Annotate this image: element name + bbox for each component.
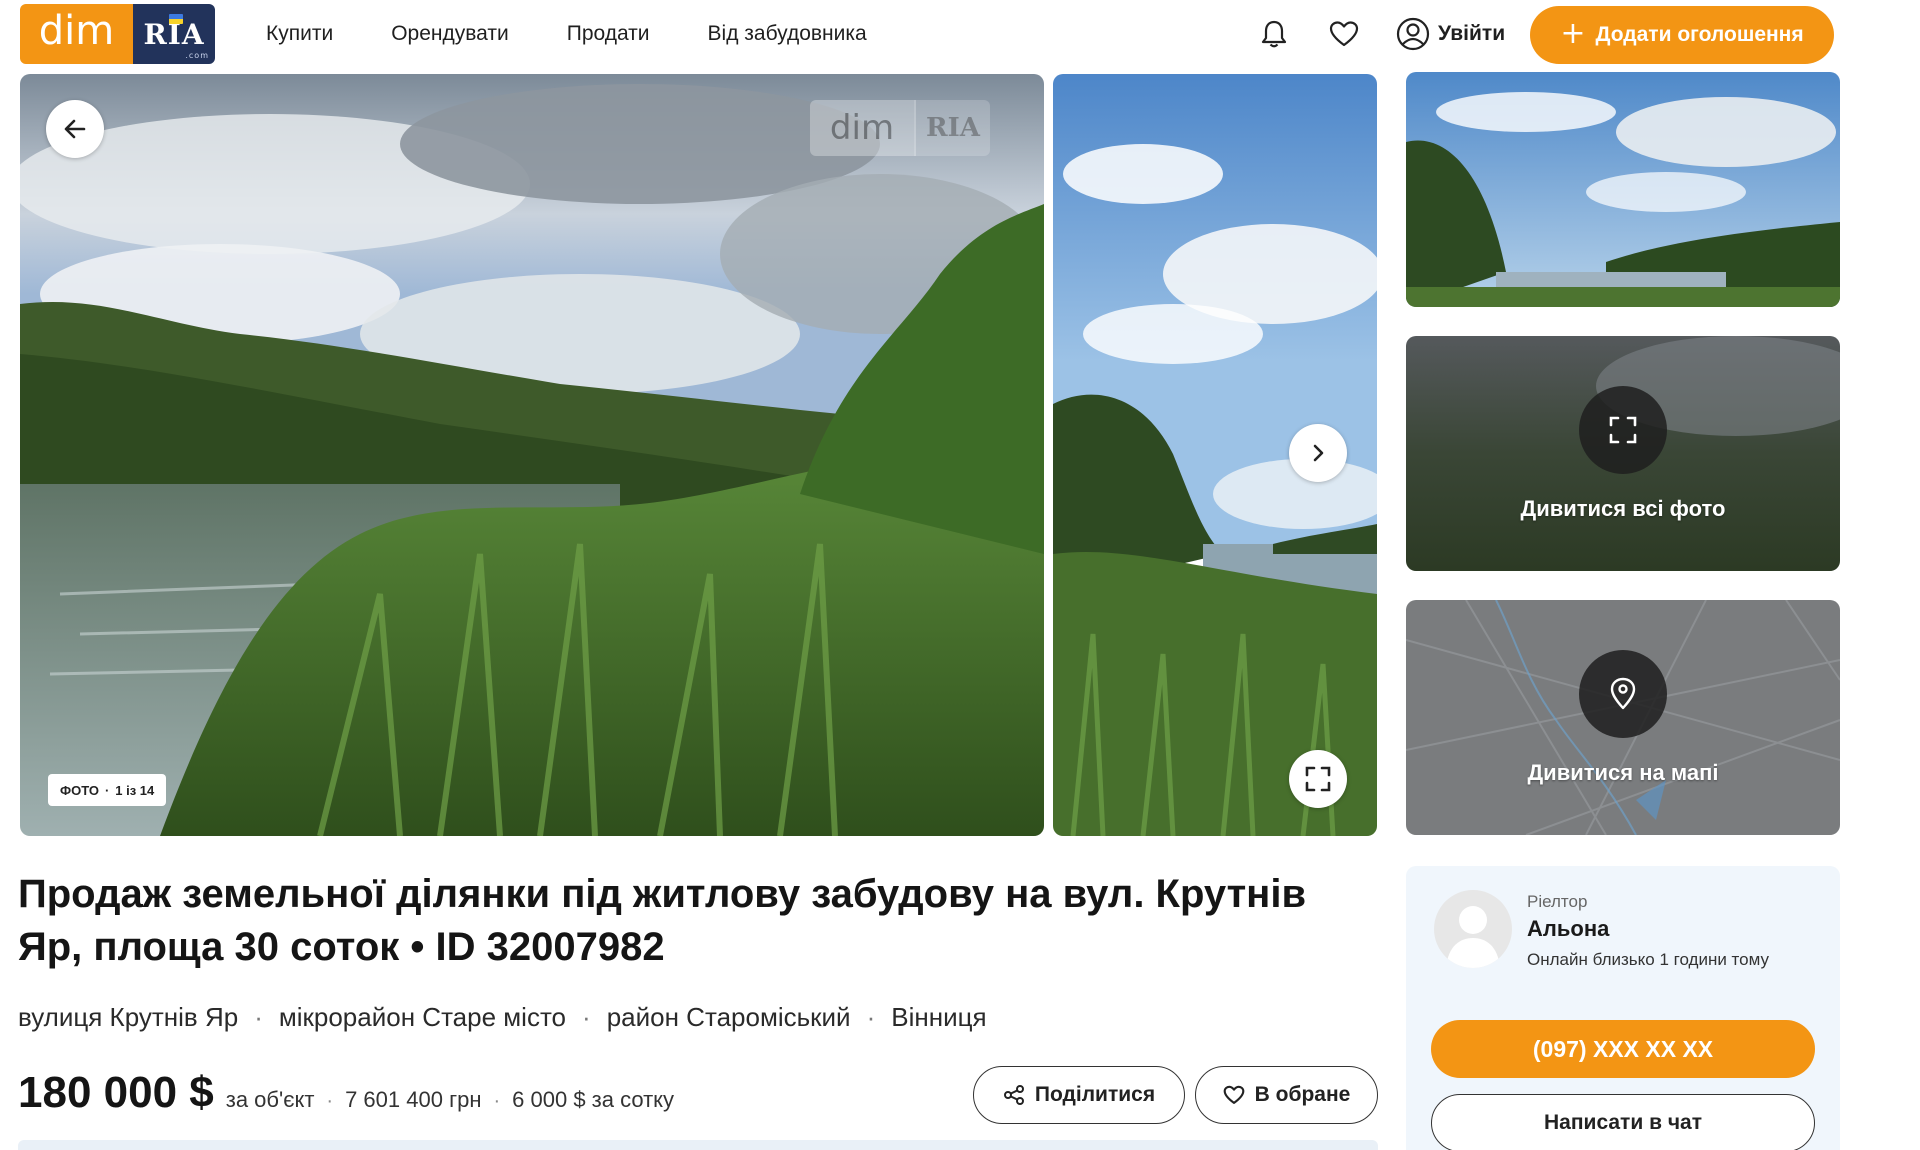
nav-item-sell[interactable]: Продати bbox=[567, 22, 650, 46]
thumbnail-photo[interactable] bbox=[1406, 72, 1840, 307]
next-photo-button[interactable] bbox=[1289, 424, 1347, 482]
chat-button[interactable]: Написати в чат bbox=[1431, 1094, 1815, 1150]
map-pin-icon bbox=[1579, 649, 1667, 738]
favorite-button[interactable]: В обране bbox=[1195, 1066, 1378, 1124]
main-photo[interactable]: dim RIA ФОТО · 1 із 14 bbox=[20, 74, 1044, 836]
login-label: Увійти bbox=[1438, 22, 1506, 45]
nav-item-buy[interactable]: Купити bbox=[266, 22, 333, 46]
watermark-logo: dim RIA bbox=[810, 100, 990, 156]
share-button[interactable]: Поділитися bbox=[973, 1066, 1185, 1124]
all-photos-overlay: Дивитися всі фото bbox=[1406, 336, 1840, 571]
favorite-label: В обране bbox=[1254, 1083, 1351, 1106]
photo-counter: ФОТО · 1 із 14 bbox=[48, 774, 167, 806]
address-separator: · bbox=[582, 1002, 591, 1032]
show-phone-button[interactable]: (097) XXX XX XX bbox=[1431, 1020, 1815, 1078]
agent-name[interactable]: Альона bbox=[1527, 916, 1609, 942]
map-overlay: Дивитися на мапі bbox=[1406, 600, 1840, 835]
avatar[interactable] bbox=[1434, 890, 1512, 968]
share-icon bbox=[1003, 1085, 1024, 1105]
bell-icon[interactable] bbox=[1256, 16, 1292, 52]
address-city[interactable]: Вінниця bbox=[891, 1002, 986, 1033]
price-unit: за об'єкт bbox=[225, 1087, 315, 1112]
all-photos-label: Дивитися всі фото bbox=[1520, 495, 1726, 521]
chevron-right-icon bbox=[1313, 444, 1324, 462]
logo-dim-text: dim bbox=[20, 4, 133, 64]
main-nav: Купити Орендувати Продати Від забудовник… bbox=[266, 0, 867, 68]
fullscreen-button[interactable] bbox=[1289, 750, 1347, 808]
login-button[interactable]: Увійти bbox=[1396, 14, 1505, 54]
site-logo[interactable]: dim RIA bbox=[20, 4, 215, 64]
price-row: 180 000 $ за об'єкт · 7 601 400 грн · 6 … bbox=[18, 1068, 674, 1118]
address-microdistrict[interactable]: мікрорайон Старе місто bbox=[279, 1002, 566, 1033]
fullscreen-icon bbox=[1305, 766, 1331, 792]
map-tile[interactable]: Дивитися на мапі bbox=[1406, 600, 1840, 835]
next-section-edge bbox=[18, 1140, 1378, 1150]
address-street[interactable]: вулиця Крутнів Яр bbox=[18, 1002, 238, 1033]
second-photo[interactable] bbox=[1053, 74, 1377, 836]
map-label: Дивитися на мапі bbox=[1527, 759, 1719, 785]
plus-icon: + bbox=[1560, 15, 1586, 51]
heart-icon[interactable] bbox=[1326, 16, 1362, 52]
agent-role: Ріелтор bbox=[1527, 892, 1588, 911]
price-separator: · bbox=[326, 1090, 334, 1112]
address-separator: · bbox=[866, 1002, 876, 1032]
flag-icon bbox=[169, 14, 183, 24]
address-district[interactable]: район Староміський bbox=[607, 1002, 851, 1033]
landscape-image bbox=[20, 74, 1044, 836]
logo-ria-text: RIA bbox=[133, 4, 215, 64]
watermark-dim: dim bbox=[810, 100, 914, 156]
landscape-image-3 bbox=[1406, 72, 1840, 307]
add-listing-button[interactable]: + Додати оголошення bbox=[1530, 6, 1834, 64]
price-per-unit: 6 000 $ за сотку bbox=[512, 1087, 675, 1112]
add-listing-label: Додати оголошення bbox=[1595, 23, 1804, 46]
site-header: dim RIA Купити Орендувати Продати Від за… bbox=[0, 0, 1920, 68]
address-separator: · bbox=[254, 1002, 263, 1032]
listing-address: вулиця Крутнів Яр · мікрорайон Старе міс… bbox=[18, 1002, 987, 1033]
heart-icon bbox=[1223, 1085, 1245, 1104]
user-circle-icon bbox=[1396, 17, 1430, 51]
nav-item-developer[interactable]: Від забудовника bbox=[708, 22, 867, 46]
photo-counter-dot: · bbox=[104, 782, 110, 798]
nav-item-rent[interactable]: Орендувати bbox=[391, 22, 509, 46]
price-uah: 7 601 400 грн bbox=[345, 1087, 482, 1112]
agent-card: Ріелтор Альона Онлайн близько 1 години т… bbox=[1406, 866, 1840, 1150]
photo-counter-label: ФОТО bbox=[60, 782, 99, 798]
all-photos-tile[interactable]: Дивитися всі фото bbox=[1406, 336, 1840, 571]
photo-counter-value: 1 із 14 bbox=[115, 782, 155, 798]
listing-title: Продаж земельної ділянки під житлову заб… bbox=[18, 872, 1307, 969]
back-button[interactable] bbox=[46, 100, 104, 158]
price-separator: · bbox=[493, 1090, 501, 1112]
expand-icon bbox=[1579, 385, 1667, 474]
price-value: 180 000 $ bbox=[18, 1068, 214, 1117]
arrow-left-icon bbox=[64, 119, 86, 139]
share-label: Поділитися bbox=[1034, 1083, 1156, 1106]
agent-online-status: Онлайн близько 1 години тому bbox=[1527, 950, 1769, 969]
watermark-ria: RIA bbox=[914, 100, 990, 156]
